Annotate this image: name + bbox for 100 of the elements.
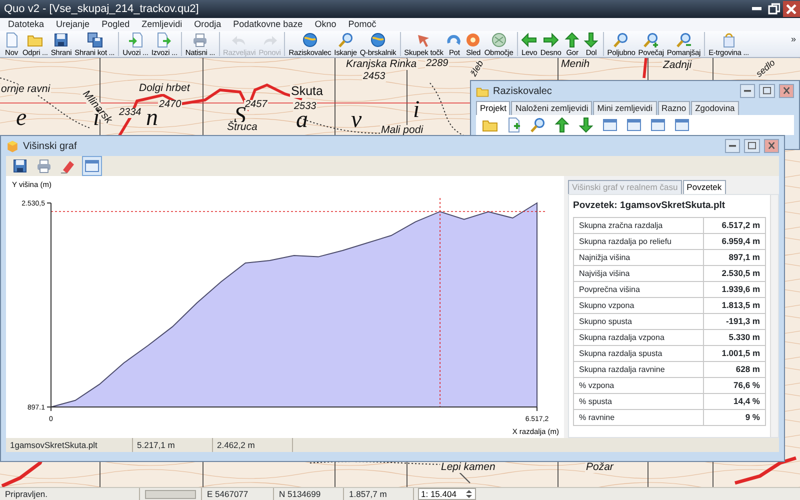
- status-text: 5.217,1 m: [133, 438, 213, 452]
- region-lettering: n: [145, 106, 159, 130]
- table-cell: 1.939,6 m: [704, 282, 766, 298]
- menu-item[interactable]: Pomoč: [342, 18, 382, 31]
- window-title: Raziskovalec: [493, 84, 552, 98]
- document-plus-icon[interactable]: [506, 117, 522, 133]
- menu-item[interactable]: Urejanje: [50, 18, 96, 31]
- bag-icon: [720, 32, 737, 48]
- window-icon[interactable]: [674, 117, 690, 133]
- menu-item[interactable]: Pogled: [96, 18, 136, 31]
- place-label: Zadnji: [662, 60, 693, 70]
- status-text: Pripravljen.: [0, 488, 140, 500]
- table-cell: 5.330 m: [704, 330, 766, 346]
- summary-heading: Povzetek: 1gamsovSkretSkuta.plt: [573, 199, 726, 213]
- close-button[interactable]: [783, 1, 800, 17]
- region-lettering: i: [412, 98, 421, 122]
- close-icon: [786, 4, 797, 14]
- close-button[interactable]: [764, 139, 779, 153]
- tab[interactable]: Povzetek: [682, 180, 726, 194]
- arrow-up-icon: [564, 32, 580, 48]
- menu-item[interactable]: Orodja: [188, 18, 228, 31]
- peak-label: Skuta: [290, 85, 324, 98]
- track-line: [734, 456, 797, 485]
- menu-item[interactable]: Podatkovne baze: [227, 18, 309, 31]
- window-icon[interactable]: [602, 117, 618, 133]
- tab[interactable]: Razno: [658, 101, 690, 115]
- vertical-scrollbar[interactable]: [770, 195, 778, 437]
- flower-icon: [465, 32, 482, 48]
- globe-icon: [370, 32, 386, 48]
- spinner-icon[interactable]: [465, 489, 473, 499]
- table-cell: 6.517,2 m: [704, 218, 766, 234]
- place-label: Menih: [560, 59, 591, 70]
- search-icon: [338, 32, 354, 48]
- tab[interactable]: Zgodovina: [691, 101, 739, 115]
- table-cell: % ravnine: [574, 410, 704, 426]
- place-label: Lepi kamen: [440, 462, 496, 472]
- status-text: N 5134699: [274, 488, 344, 500]
- eraser-icon[interactable]: [60, 158, 76, 174]
- region-lettering: e: [15, 106, 28, 130]
- menu-item[interactable]: Datoteka: [2, 18, 50, 31]
- menu-item[interactable]: Zemljevidi: [136, 18, 188, 31]
- restore-button[interactable]: [758, 84, 775, 98]
- elevation-label: 2334: [118, 108, 142, 118]
- minimize-icon: [752, 7, 762, 11]
- table-cell: Skupna razdalja po reliefu: [574, 234, 704, 250]
- table-cell: 2.530,5 m: [704, 266, 766, 282]
- table-cell: 76,6 %: [704, 378, 766, 394]
- track-line: [642, 58, 648, 78]
- place-label: Dolgi hrbet: [138, 83, 191, 94]
- printer-icon[interactable]: [36, 158, 52, 174]
- restore-button[interactable]: [744, 139, 760, 153]
- status-text: E 5467077: [202, 488, 274, 500]
- menu-item[interactable]: Okno: [308, 18, 342, 31]
- restore-icon: [768, 3, 780, 15]
- window-icon[interactable]: [84, 158, 100, 174]
- table-cell: 1.001,5 m: [704, 346, 766, 362]
- zoom-out-icon: [676, 32, 692, 48]
- table-cell: % spusta: [574, 394, 704, 410]
- search-icon[interactable]: [530, 117, 546, 133]
- table-cell: -191,3 m: [704, 314, 766, 330]
- overflow-chevron[interactable]: »: [790, 33, 796, 46]
- status-text: 2.462,2 m: [213, 438, 293, 452]
- place-label: ornje ravni: [0, 84, 52, 94]
- region-lettering: v: [350, 108, 363, 132]
- place-label: Mali podi: [380, 125, 424, 136]
- arrow-right-icon: [542, 32, 559, 48]
- arrow-up-icon[interactable]: [554, 117, 570, 133]
- table-cell: 14,4 %: [704, 394, 766, 410]
- window-icon[interactable]: [650, 117, 666, 133]
- elevation-label: 2533: [293, 102, 318, 112]
- table-cell: 1.813,5 m: [704, 298, 766, 314]
- table-cell: Skupno spusta: [574, 314, 704, 330]
- scale-field[interactable]: 1: 15.404: [418, 488, 476, 500]
- tab[interactable]: Mini zemljevidi: [593, 101, 656, 115]
- elevation-label: 2289: [425, 59, 450, 69]
- tab[interactable]: Naloženi zemljevidi: [511, 101, 592, 115]
- close-icon: [768, 142, 775, 150]
- table-cell: % vzpona: [574, 378, 704, 394]
- crossed-circle-icon: [490, 32, 507, 48]
- table-cell: Najnižja višina: [574, 250, 704, 266]
- minimize-icon: [744, 90, 751, 92]
- window-title: Višinski graf: [23, 140, 77, 154]
- minimize-button[interactable]: [724, 139, 740, 153]
- table-cell: 628 m: [704, 362, 766, 378]
- zoom-in-icon: [643, 32, 660, 48]
- table-cell: Skupna razdalja vzpona: [574, 330, 704, 346]
- printer-icon: [192, 32, 208, 48]
- arrow-down-icon[interactable]: [578, 117, 594, 133]
- window-title: Quo v2 - [Vse_skupaj_214_trackov.qu2]: [4, 2, 200, 17]
- elevation-label: 2470: [158, 100, 182, 110]
- arrow-down-icon: [583, 32, 600, 48]
- tab[interactable]: Projekt: [476, 101, 510, 115]
- close-button[interactable]: [778, 84, 794, 98]
- search-icon: [613, 32, 630, 48]
- globe-icon: [302, 32, 318, 48]
- window-icon[interactable]: [626, 117, 642, 133]
- table-cell: 6.959,4 m: [704, 234, 766, 250]
- table-cell: Skupna razdalja spusta: [574, 346, 704, 362]
- minimize-button[interactable]: [740, 84, 755, 98]
- place-label: Štruca: [226, 122, 258, 132]
